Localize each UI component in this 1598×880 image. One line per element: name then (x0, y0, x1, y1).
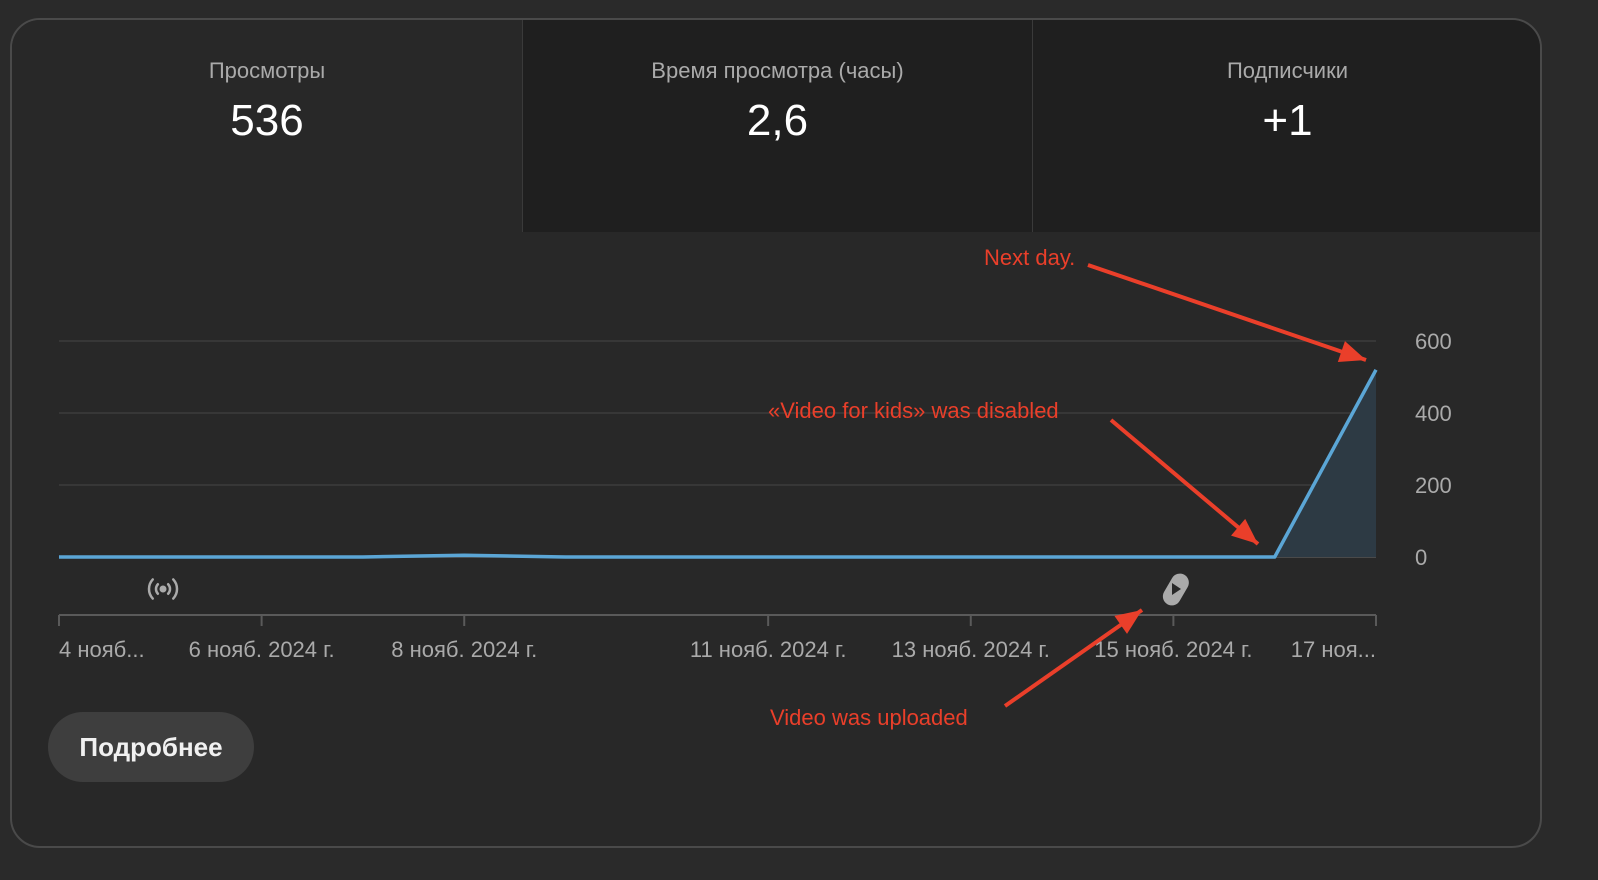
y-tick-label: 200 (1415, 473, 1452, 498)
shorts-icon[interactable] (1160, 570, 1193, 608)
annotation-text: Video was uploaded (770, 705, 968, 730)
x-tick-label: 15 нояб. 2024 г. (1094, 637, 1252, 662)
annotation-text: Next day. (984, 245, 1075, 270)
next-day-arrow-shaft (1087, 263, 1367, 362)
data-point[interactable] (1374, 368, 1378, 372)
more-details-button[interactable]: Подробнее (48, 712, 254, 782)
data-point[interactable] (1171, 555, 1175, 559)
next-day-arrow-head (1337, 341, 1366, 363)
x-tick-label: 8 нояб. 2024 г. (391, 637, 537, 662)
y-tick-label: 0 (1415, 545, 1427, 570)
y-tick-label: 600 (1415, 329, 1452, 354)
data-point[interactable] (1070, 555, 1074, 559)
x-tick-label: 4 нояб... (59, 637, 145, 662)
data-point[interactable] (361, 555, 365, 559)
x-tick-label: 13 нояб. 2024 г. (892, 637, 1050, 662)
data-point[interactable] (564, 555, 568, 559)
annotation-text: «Video for kids» was disabled (768, 398, 1059, 423)
live-broadcast-icon[interactable] (147, 578, 179, 600)
x-tick-label: 17 ноя... (1291, 637, 1376, 662)
data-point[interactable] (867, 555, 871, 559)
data-point[interactable] (766, 555, 770, 559)
data-point[interactable] (1273, 555, 1277, 559)
series-line (59, 368, 1378, 559)
data-point[interactable] (969, 555, 973, 559)
kids-disabled-arrow-shaft (1109, 418, 1260, 546)
x-tick-label: 11 нояб. 2024 г. (690, 637, 847, 662)
data-point[interactable] (665, 555, 669, 559)
data-point[interactable] (158, 555, 162, 559)
data-point[interactable] (260, 555, 264, 559)
data-point[interactable] (462, 553, 466, 557)
video-uploaded-arrow-head (1114, 610, 1142, 634)
data-point[interactable] (57, 555, 61, 559)
x-tick-label: 6 нояб. 2024 г. (189, 637, 335, 662)
y-tick-label: 400 (1415, 401, 1452, 426)
